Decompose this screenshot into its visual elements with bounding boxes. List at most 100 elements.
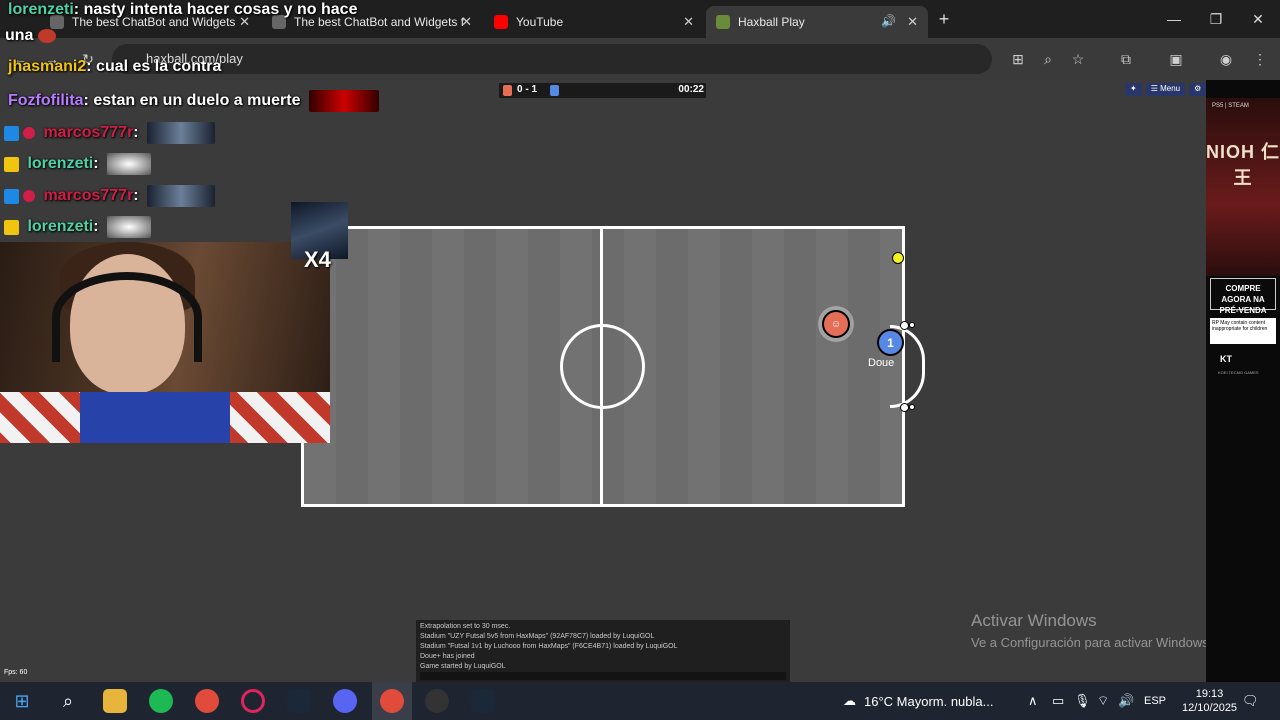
menu-button[interactable]: ☰ Menu — [1145, 83, 1186, 96]
chat-text: : — [93, 155, 99, 173]
stream-chat-message: marcos777r: — [4, 185, 216, 207]
spotify-icon[interactable] — [149, 689, 173, 713]
opera-icon[interactable] — [241, 689, 265, 713]
stream-chat-message: una — [5, 27, 56, 45]
language-indicator[interactable]: ESP — [1144, 682, 1166, 720]
goal-post — [909, 322, 915, 328]
ad-logo: NIOH 仁王 — [1206, 142, 1280, 188]
tab-youtube[interactable]: YouTube ✕ — [484, 6, 704, 38]
microphone-icon[interactable]: 🎙 — [1074, 682, 1091, 720]
tab-close-icon[interactable]: ✕ — [461, 14, 472, 30]
meet-now-icon[interactable]: ▭ — [1052, 682, 1064, 720]
stream-chat-message: lorenzeti: — [4, 153, 152, 175]
youtube-favicon-icon — [494, 15, 508, 29]
windows-start-icon[interactable]: ⊞ — [10, 689, 34, 713]
subscriber-badge-icon — [23, 190, 35, 202]
wrench-badge-icon — [4, 188, 19, 204]
center-circle — [560, 324, 645, 409]
stream-chat-message: lorenzeti: — [4, 216, 152, 238]
notifications-icon[interactable]: 🗨 — [1242, 682, 1259, 720]
red-player: ☺ — [822, 310, 850, 338]
clock[interactable]: 19:13 12/10/2025 — [1182, 682, 1237, 720]
stream-chat-message: lorenzeti: nasty intenta hacer cosas y n… — [8, 1, 357, 19]
steam-icon[interactable] — [287, 689, 311, 713]
new-tab-button[interactable]: + — [922, 0, 966, 38]
chat-username: Fozfofilita — [8, 92, 84, 110]
streamer-webcam — [0, 242, 330, 443]
nioh-ad[interactable]: PS5 | STEAM NIOH 仁王 COMPRE AGORA NA PRÉ-… — [1206, 98, 1280, 380]
goal-post — [900, 403, 909, 412]
obs-icon[interactable] — [425, 689, 449, 713]
blue-team-icon — [550, 85, 559, 96]
score: 0 - 1 — [517, 84, 538, 95]
extensions-icon[interactable]: ⧉ — [1116, 49, 1136, 69]
clock-date: 12/10/2025 — [1182, 702, 1238, 714]
zoom-icon[interactable]: ⌕ — [1038, 49, 1058, 69]
chat-text: : — [133, 187, 139, 205]
stream-chat-message: Fozfofilita: estan en un duelo a muerte — [8, 90, 379, 112]
ball — [892, 252, 904, 264]
stream-chat-message: marcos777r: — [4, 122, 216, 144]
tab-close-icon[interactable]: ✕ — [683, 14, 694, 30]
ad-rating: RP May contain content inappropriate for… — [1210, 318, 1276, 344]
goal-post — [909, 404, 915, 410]
chat-username: jhasmani2 — [8, 58, 87, 75]
clock-time: 19:13 — [1195, 688, 1224, 700]
volume-icon[interactable]: 🔊 — [1118, 682, 1134, 720]
expand-button[interactable]: ✦ — [1125, 83, 1142, 96]
ad-cta-button[interactable]: COMPRE AGORA NA PRÉ-VENDA — [1210, 278, 1276, 315]
address-bar[interactable]: haxball.com/play — [112, 44, 992, 74]
weather-text: 16°C Mayorm. nubla... — [864, 693, 994, 709]
tab-haxball[interactable]: Haxball Play 🔊 ✕ — [706, 6, 928, 38]
ad-publisher-sub: KOEI TECMO GAMES — [1218, 370, 1259, 375]
emote-image — [147, 185, 216, 207]
chat-line: Stadium "UZY Futsal 5v5 from HaxMaps" (9… — [420, 633, 655, 640]
chat-text: : — [93, 218, 99, 236]
emote-image — [308, 90, 379, 112]
ad-platforms: PS5 | STEAM — [1212, 103, 1249, 109]
media-icon[interactable]: ▣ — [1166, 49, 1186, 69]
haxball-favicon-icon — [716, 15, 730, 29]
scoreboard: 0 - 1 00:22 — [499, 83, 706, 98]
minimize-button[interactable]: — — [1152, 0, 1196, 38]
blue-player: 1 — [877, 329, 904, 356]
more-menu-icon[interactable]: ⋮ — [1250, 49, 1270, 69]
game-menu-buttons: ✦ ☰ Menu ⚙ — [1125, 83, 1207, 96]
activate-windows-title: Activar Windows — [971, 611, 1097, 630]
steam-icon[interactable] — [471, 689, 495, 713]
player-name: Doue — [868, 357, 895, 369]
emote-image — [107, 153, 152, 175]
wifi-icon[interactable]: ⌔ — [1097, 682, 1109, 720]
maximize-button[interactable]: ❐ — [1194, 0, 1238, 38]
show-hidden-icons[interactable]: ∧ — [1028, 682, 1038, 720]
chat-text: : cual es la contra — [86, 58, 222, 75]
chat-username: marcos777r — [43, 187, 134, 205]
game-timer: 00:22 — [678, 84, 704, 95]
settings-button[interactable]: ⚙ — [1189, 83, 1207, 96]
weather-widget[interactable]: ☁ 16°C Mayorm. nubla... — [843, 682, 993, 720]
emote-multiplier: X4 — [304, 247, 331, 272]
search-icon[interactable]: ⌕ — [56, 689, 80, 713]
file-explorer-icon[interactable] — [103, 689, 127, 713]
discord-icon[interactable] — [333, 689, 357, 713]
chat-username: lorenzeti — [27, 155, 94, 173]
translate-icon[interactable]: ⊞ — [1008, 49, 1028, 69]
chrome-icon[interactable] — [195, 689, 219, 713]
lips-emote-icon — [37, 28, 56, 43]
chat-line: Stadium "Futsal 1v1 by Luchooo from HaxM… — [420, 643, 678, 650]
goal-post — [900, 321, 909, 330]
chat-text: : nasty intenta hacer cosas y no hace — [73, 1, 358, 18]
chat-text: : estan en un duelo a muerte — [83, 92, 301, 110]
chat-input[interactable] — [420, 672, 786, 680]
bookmark-star-icon[interactable]: ☆ — [1068, 49, 1088, 69]
stream-chat-message: jhasmani2: cual es la contra — [8, 58, 221, 76]
speaker-icon[interactable]: 🔊 — [881, 14, 896, 28]
activate-windows-subtitle: Ve a Configuración para activar Windows. — [971, 635, 1213, 650]
close-window-button[interactable]: ✕ — [1236, 0, 1280, 38]
chat-username: lorenzeti — [8, 1, 74, 18]
tab-title: YouTube — [516, 15, 564, 29]
crown-badge-icon — [4, 156, 19, 172]
profile-avatar-icon[interactable]: ◉ — [1216, 49, 1236, 69]
tab-close-icon[interactable]: ✕ — [907, 14, 918, 30]
chrome-active-icon[interactable] — [380, 689, 404, 713]
